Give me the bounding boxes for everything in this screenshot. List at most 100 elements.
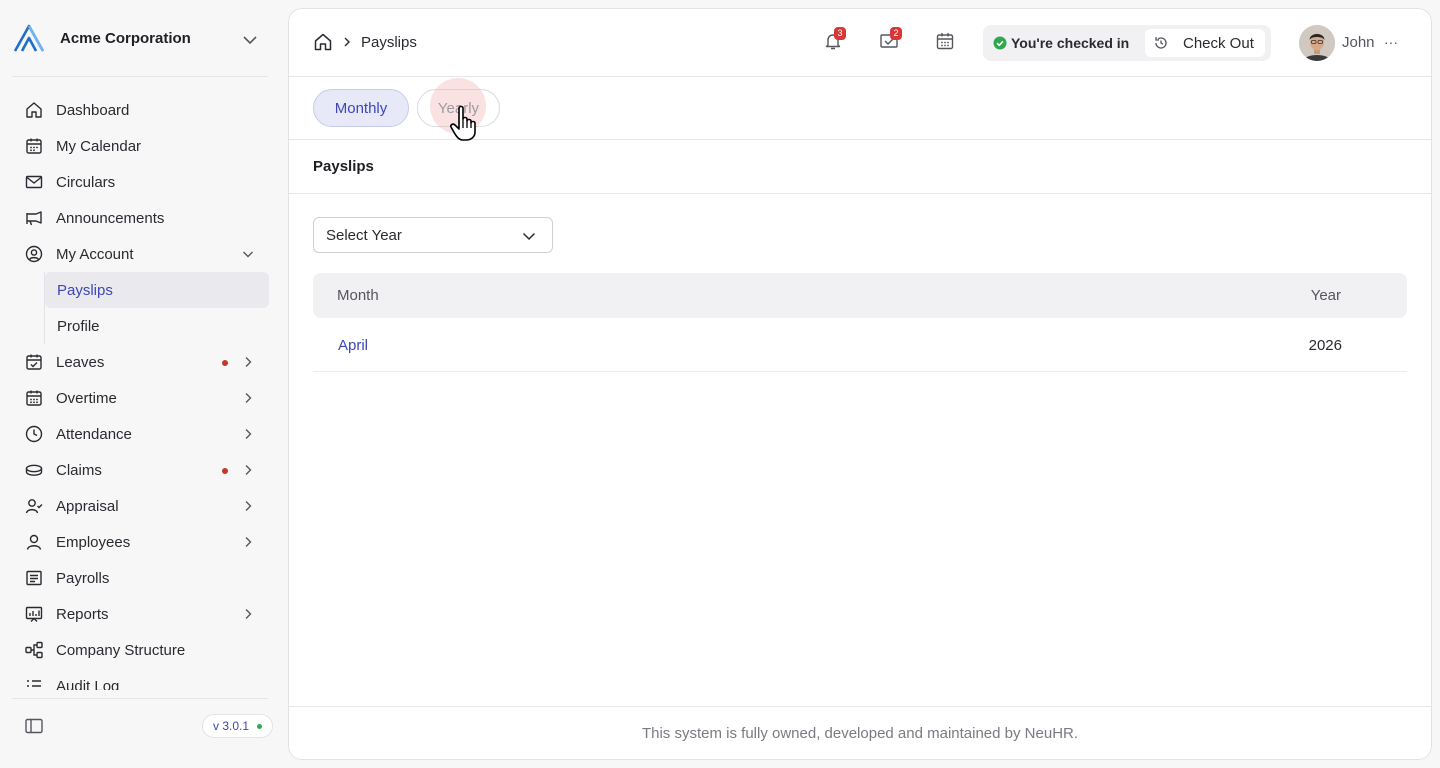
sidebar-nav: Dashboard My Calendar Circulars Announce… <box>0 92 288 690</box>
tab-monthly[interactable]: Monthly <box>313 89 409 127</box>
tab-yearly[interactable]: Yearly <box>417 78 500 134</box>
sidebar-item-employees[interactable]: Employees <box>0 524 288 560</box>
column-header-month: Month <box>337 287 379 304</box>
page-title: Payslips <box>313 158 374 175</box>
sidebar: Acme Corporation Dashboard My Calendar C… <box>0 0 288 768</box>
chevron-right-icon <box>239 460 257 480</box>
check-circle-icon <box>993 36 1007 50</box>
sidebar-item-label: Audit Log <box>56 677 120 691</box>
checkin-status-text: You're checked in <box>1011 35 1130 51</box>
chevron-right-icon <box>239 388 257 408</box>
check-out-label: Check Out <box>1183 34 1254 52</box>
main-panel: Payslips 3 2 You're checked in Check Out… <box>288 8 1432 760</box>
home-icon[interactable] <box>313 32 333 52</box>
sidebar-item-claims[interactable]: Claims <box>0 452 288 488</box>
user-circle-icon <box>24 244 44 264</box>
chevron-right-icon <box>239 424 257 444</box>
user-icon <box>24 532 44 552</box>
hierarchy-icon <box>24 640 44 660</box>
footer-text: This system is fully owned, developed an… <box>641 725 1079 742</box>
mail-icon <box>24 172 44 192</box>
chevron-right-icon <box>239 532 257 552</box>
sidebar-item-circulars[interactable]: Circulars <box>0 164 288 200</box>
notification-dot <box>222 360 228 366</box>
column-header-year: Year <box>1310 287 1341 304</box>
sidebar-item-label: Employees <box>56 533 131 551</box>
calendar-icon <box>935 31 955 54</box>
version-badge: v 3.0.1 <box>202 714 274 738</box>
notifications-button[interactable]: 3 <box>822 27 846 53</box>
sidebar-item-label: Dashboard <box>56 101 130 119</box>
top-bar: Payslips 3 2 You're checked in Check Out… <box>289 9 1431 77</box>
sidebar-item-announcements[interactable]: Announcements <box>0 200 288 236</box>
chart-board-icon <box>24 604 44 624</box>
payslips-table: Month Year April 2026 <box>313 273 1407 372</box>
sidebar-item-company-structure[interactable]: Company Structure <box>0 632 288 668</box>
payslip-month-link[interactable]: April <box>338 337 368 354</box>
sidebar-item-label: Claims <box>56 461 102 479</box>
chevron-down-icon <box>239 244 257 264</box>
user-name[interactable]: John <box>1342 34 1375 51</box>
sidebar-item-my-calendar[interactable]: My Calendar <box>0 128 288 164</box>
chevron-right-icon <box>341 35 353 49</box>
sidebar-item-audit-log[interactable]: Audit Log <box>0 668 288 690</box>
divider <box>12 76 268 77</box>
coins-icon <box>24 460 44 480</box>
chevron-down-icon[interactable] <box>240 30 260 50</box>
tab-yearly-label: Yearly <box>437 99 480 117</box>
sidebar-item-label: Attendance <box>56 425 132 443</box>
sidebar-item-appraisal[interactable]: Appraisal <box>0 488 288 524</box>
table-row[interactable]: April 2026 <box>313 318 1407 372</box>
check-out-button[interactable]: Check Out <box>1145 29 1265 57</box>
calendar-grid-icon <box>24 388 44 408</box>
calendar-icon <box>24 136 44 156</box>
chevron-right-icon <box>239 604 257 624</box>
breadcrumb: Payslips <box>361 34 417 51</box>
sidebar-item-attendance[interactable]: Attendance <box>0 416 288 452</box>
sidebar-item-label: Leaves <box>56 353 105 371</box>
divider <box>12 698 268 699</box>
org-switcher[interactable]: Acme Corporation <box>0 0 288 76</box>
sidebar-toggle-icon[interactable] <box>24 716 44 736</box>
sidebar-subitem-profile[interactable]: Profile <box>45 308 269 344</box>
sidebar-subitem-payslips[interactable]: Payslips <box>45 272 269 308</box>
version-label: v 3.0.1 <box>213 719 250 733</box>
user-check-icon <box>24 496 44 516</box>
sidebar-item-overtime[interactable]: Overtime <box>0 380 288 416</box>
sidebar-item-label: Company Structure <box>56 641 186 659</box>
clock-icon <box>24 424 44 444</box>
divider <box>289 193 1431 194</box>
home-icon <box>24 100 44 120</box>
sidebar-item-dashboard[interactable]: Dashboard <box>0 92 288 128</box>
table-header: Month Year <box>313 273 1407 318</box>
receipt-icon <box>24 568 44 588</box>
notification-count-badge: 3 <box>834 27 846 40</box>
my-account-submenu: Payslips Profile <box>44 272 288 344</box>
status-dot <box>257 723 263 729</box>
sidebar-item-reports[interactable]: Reports <box>0 596 288 632</box>
sidebar-item-my-account[interactable]: My Account <box>0 236 288 272</box>
sidebar-footer: v 3.0.1 <box>0 698 288 768</box>
calendar-check-icon <box>24 352 44 372</box>
calendar-button[interactable] <box>934 31 956 53</box>
list-icon <box>24 676 44 690</box>
more-options-button[interactable]: ··· <box>1379 31 1403 53</box>
sidebar-item-label: Payrolls <box>56 569 110 587</box>
year-select[interactable]: Select Year <box>313 217 553 253</box>
footer: This system is fully owned, developed an… <box>289 706 1431 759</box>
avatar[interactable] <box>1299 25 1335 61</box>
clock-rewind-icon <box>1153 35 1169 51</box>
org-name: Acme Corporation <box>60 29 191 47</box>
sidebar-item-label: Announcements <box>56 209 165 227</box>
payslip-year: 2026 <box>1308 337 1342 354</box>
sidebar-item-label: My Calendar <box>56 137 142 155</box>
sidebar-item-leaves[interactable]: Leaves <box>0 344 288 380</box>
attendance-status: You're checked in Check Out <box>983 25 1271 61</box>
sidebar-item-label: Appraisal <box>56 497 119 515</box>
megaphone-icon <box>24 208 44 228</box>
chevron-right-icon <box>239 352 257 372</box>
company-logo-icon <box>12 23 48 53</box>
inbox-button[interactable]: 2 <box>878 27 902 53</box>
period-tabs: Monthly Yearly <box>289 77 1431 140</box>
sidebar-item-payrolls[interactable]: Payrolls <box>0 560 288 596</box>
